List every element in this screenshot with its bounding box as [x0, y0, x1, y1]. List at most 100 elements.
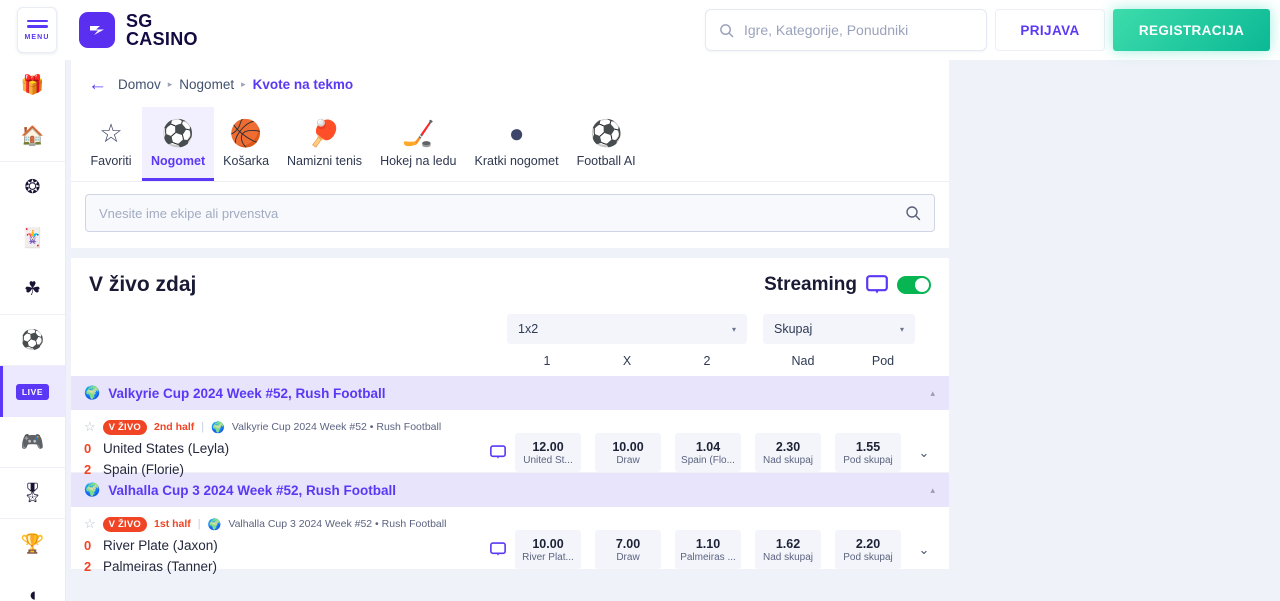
- odds-column-headers: 1 X 2 Nad Pod: [71, 346, 949, 376]
- league-header-left: 🌍 Valkyrie Cup 2024 Week #52, Rush Footba…: [84, 385, 386, 401]
- team-search-box[interactable]: [85, 194, 935, 232]
- sidebar-item-medal[interactable]: 🎖: [0, 468, 65, 519]
- match-league-line: Valhalla Cup 3 2024 Week #52 • Rush Foot…: [228, 518, 447, 530]
- expand-match-icon[interactable]: ⌄: [913, 542, 935, 558]
- odd-button[interactable]: 1.62 Nad skupaj: [755, 530, 821, 569]
- odd-value: 1.55: [855, 439, 881, 454]
- odd-button[interactable]: 2.20 Pod skupaj: [835, 530, 901, 569]
- chevron-up-icon[interactable]: ▴: [930, 485, 935, 496]
- odd-button[interactable]: 12.00 United St...: [515, 433, 581, 472]
- odds-column-header-nad: Nad: [791, 354, 815, 368]
- basketball-icon: 🏀: [229, 118, 263, 148]
- sport-tab-favoriti[interactable]: ☆ Favoriti: [80, 107, 142, 181]
- odd-button[interactable]: 2.30 Nad skupaj: [755, 433, 821, 472]
- star-icon: ☆: [99, 118, 123, 148]
- odd-button[interactable]: 7.00 Draw: [595, 530, 661, 569]
- stream-monitor-icon[interactable]: [481, 542, 515, 557]
- match-teams: 0 United States (Leyla) 2 Spain (Florie): [84, 438, 481, 480]
- monitor-icon: [866, 275, 888, 295]
- sport-tab-label: Football AI: [576, 154, 636, 168]
- streaming-toggle[interactable]: [897, 276, 931, 294]
- match-odds: 10.00 River Plat... 7.00 Draw 1.10 Palmeiras …: [481, 516, 935, 569]
- sidebar-item-clover[interactable]: ☘: [0, 264, 65, 315]
- market-select-primary[interactable]: 1x2 ▾: [507, 314, 747, 344]
- home-team-row: 0 River Plate (Jaxon): [84, 535, 481, 556]
- login-button[interactable]: PRIJAVA: [995, 9, 1105, 51]
- esports-icon: 🎮: [20, 431, 45, 453]
- striped-ball-icon: ●: [508, 118, 525, 148]
- sidebar-item-live[interactable]: LIVE: [0, 366, 65, 417]
- match-row[interactable]: ☆ V ŽIVO 2nd half | 🌍 Valkyrie Cup 2024 Week …: [71, 410, 949, 477]
- sidebar-item-home[interactable]: 🏠: [0, 111, 65, 162]
- sport-tab-football-ai[interactable]: ⚽ Football AI: [568, 107, 645, 181]
- globe-icon: 🌍: [207, 518, 222, 531]
- odd-button[interactable]: 10.00 Draw: [595, 433, 661, 472]
- streaming-control: Streaming: [764, 274, 931, 296]
- global-search-input[interactable]: [744, 22, 973, 38]
- odd-button[interactable]: 1.55 Pod skupaj: [835, 433, 901, 472]
- sidebar-item-cards[interactable]: 🃏: [0, 213, 65, 264]
- expand-match-icon[interactable]: ⌄: [913, 445, 935, 461]
- breadcrumb-item-football[interactable]: Nogomet: [179, 77, 234, 92]
- sidebar-item-crescent[interactable]: ◖: [0, 570, 65, 601]
- breadcrumb-current[interactable]: Kvote na tekmo: [253, 77, 354, 92]
- odd-value: 1.10: [695, 536, 721, 551]
- chevron-down-icon: ▾: [731, 324, 736, 334]
- favorite-star-icon[interactable]: ☆: [84, 419, 96, 435]
- match-period: 2nd half: [154, 421, 195, 433]
- market-select-secondary[interactable]: Skupaj ▾: [763, 314, 915, 344]
- live-section-title: V živo zdaj: [89, 273, 197, 296]
- sport-tabs: ☆ Favoriti ⚽ Nogomet 🏀 Košarka 🏓 Namizni tenis 🏒…: [71, 107, 949, 182]
- odd-button[interactable]: 1.04 Spain (Flo...: [675, 433, 741, 472]
- logo-text-line1: SG: [126, 11, 153, 31]
- match-row[interactable]: ☆ V ŽIVO 1st half | 🌍 Valhalla Cup 3 2024 Wee…: [71, 507, 949, 574]
- sport-tab-namizni-tenis[interactable]: 🏓 Namizni tenis: [278, 107, 371, 181]
- sidebar-item-gift[interactable]: 🎁: [0, 60, 65, 111]
- home-score: 0: [84, 441, 92, 456]
- odds-column-header-pod: Pod: [871, 354, 895, 368]
- sports-ball-icon: ⚽: [20, 329, 45, 351]
- odd-value: 2.20: [855, 536, 881, 551]
- back-arrow-icon[interactable]: ←: [88, 75, 107, 94]
- league-header-left: 🌍 Valhalla Cup 3 2024 Week #52, Rush Foot…: [84, 482, 396, 498]
- sidebar-item-trophy[interactable]: 🏆: [0, 519, 65, 570]
- global-search[interactable]: [705, 9, 987, 51]
- crescent-icon: ◖: [26, 585, 39, 601]
- market-select-secondary-value: Skupaj: [774, 322, 813, 336]
- odd-value: 2.30: [775, 439, 801, 454]
- menu-bar-bottom: [26, 25, 48, 28]
- meta-divider: |: [197, 518, 201, 530]
- breadcrumb-item-home[interactable]: Domov: [118, 77, 161, 92]
- sidebar-item-casino-chip[interactable]: ❂: [0, 162, 65, 213]
- league-header[interactable]: 🌍 Valkyrie Cup 2024 Week #52, Rush Footba…: [71, 376, 949, 410]
- top-header: MENU SG CASINO PRIJAVA REGISTRACIJA: [0, 0, 1280, 60]
- stream-monitor-icon[interactable]: [481, 445, 515, 460]
- favorite-star-icon[interactable]: ☆: [84, 516, 96, 532]
- brand-logo[interactable]: SG CASINO: [79, 12, 198, 48]
- logo-text-line2: CASINO: [126, 29, 198, 49]
- cards-icon: 🃏: [20, 228, 45, 249]
- sport-tab-ko-arka[interactable]: 🏀 Košarka: [214, 107, 278, 181]
- sport-tab-nogomet[interactable]: ⚽ Nogomet: [142, 107, 215, 181]
- odd-button[interactable]: 1.10 Palmeiras ...: [675, 530, 741, 569]
- chevron-up-icon[interactable]: ▴: [930, 388, 935, 399]
- sport-tab-label: Kratki nogomet: [474, 154, 559, 168]
- sport-tab-kratki-nogomet[interactable]: ● Kratki nogomet: [466, 107, 568, 181]
- odd-button[interactable]: 10.00 River Plat...: [515, 530, 581, 569]
- search-icon[interactable]: [905, 205, 921, 221]
- odd-label: River Plat...: [522, 551, 574, 563]
- sidebar-item-esports[interactable]: 🎮: [0, 417, 65, 468]
- register-button[interactable]: REGISTRACIJA: [1113, 9, 1270, 51]
- team-search-input[interactable]: [99, 205, 905, 221]
- sidebar-item-sports-ball[interactable]: ⚽: [0, 315, 65, 366]
- globe-icon: 🌍: [84, 482, 101, 497]
- leagues-list: 🌍 Valkyrie Cup 2024 Week #52, Rush Footba…: [71, 376, 949, 574]
- sport-tab-hokej-na-ledu[interactable]: 🏒 Hokej na ledu: [371, 107, 465, 181]
- soccer-ball-icon: ⚽: [161, 118, 195, 148]
- odd-value: 10.00: [612, 439, 644, 454]
- match-teams: 0 River Plate (Jaxon) 2 Palmeiras (Tanner): [84, 535, 481, 577]
- logo-text: SG CASINO: [126, 12, 198, 48]
- live-panel: V živo zdaj Streaming 1x2 ▾ Skupaj ▾ 1 X…: [71, 258, 949, 574]
- menu-button[interactable]: MENU: [17, 7, 57, 53]
- away-team-name: Palmeiras (Tanner): [103, 559, 218, 574]
